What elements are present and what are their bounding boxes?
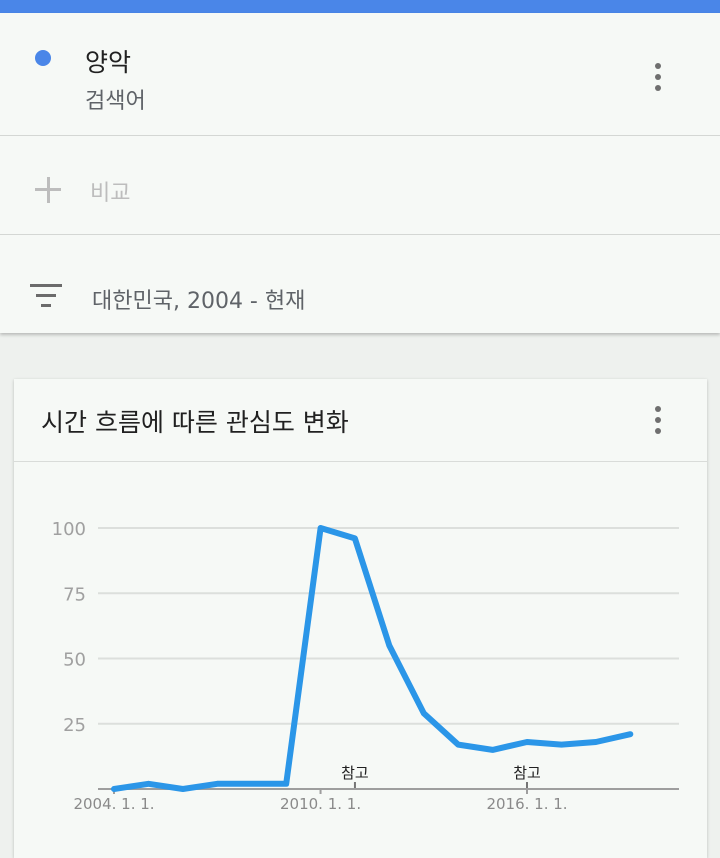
- chart-notes: 참고 참고: [341, 764, 541, 789]
- y-tick-label: 100: [52, 519, 86, 540]
- y-tick-label: 25: [63, 715, 86, 736]
- interest-chart: 25 50 75 100 참고 참고 2004. 1. 1. 2010. 1. 1. 201…: [52, 519, 679, 813]
- x-axis-labels: 2004. 1. 1. 2010. 1. 1. 2016. 1. 1.: [73, 795, 567, 813]
- y-tick-label: 50: [63, 650, 86, 671]
- y-axis-labels: 25 50 75 100: [52, 519, 86, 736]
- x-tick-label: 2016. 1. 1.: [486, 795, 567, 813]
- y-tick-label: 75: [63, 584, 86, 605]
- note-label[interactable]: 참고: [341, 764, 369, 782]
- x-tick-label: 2010. 1. 1.: [280, 795, 361, 813]
- chart-grid: [98, 527, 679, 725]
- x-tick-label: 2004. 1. 1.: [73, 795, 154, 813]
- note-label[interactable]: 참고: [513, 764, 541, 782]
